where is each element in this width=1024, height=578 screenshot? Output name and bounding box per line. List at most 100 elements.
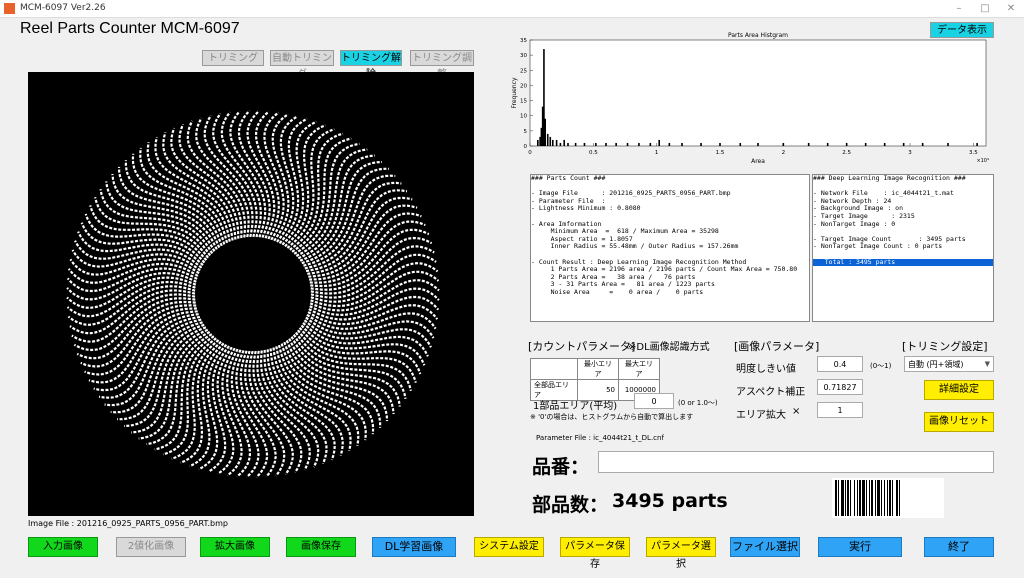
dl-training-image-button[interactable]: DL学習画像 [372,537,456,557]
zoom-input[interactable]: 1 [817,402,863,418]
brightness-input[interactable]: 0.4 [817,356,863,372]
maximize-icon[interactable]: □ [976,2,994,16]
x-tick-label: 1 [655,150,659,156]
parts-count-panel[interactable]: ### Parts Count ### - Image File : 201216… [530,174,810,322]
x-tick-label: 3.5 [969,150,978,156]
y-axis-label: Frequency [511,77,518,108]
trim-adjust-button[interactable]: トリミング調整 [410,50,474,80]
system-settings-button[interactable]: システム設定 [474,537,544,557]
reel-part-stream [69,289,196,335]
reel-part-stream [310,253,437,299]
parts-count-line: Inner Radius = 55.48mm / Outer Radius = … [531,242,739,251]
barcode-bar [884,480,885,516]
trim-mode-select[interactable]: 自動 (円+領域) ▼ [904,356,994,372]
avg-area-input[interactable]: 0 [634,393,674,409]
y-tick-label: 25 [520,68,527,74]
barcode-bars [835,480,900,516]
trim-mode-value: 自動 (円+領域) [908,360,964,369]
part-number-input[interactable] [598,451,994,473]
y-tick-label: 35 [520,38,527,44]
parts-count-line: - Lightness Minimum : 0.8080 [531,204,641,213]
count-params-header: [カウントパラメータ] [528,340,636,353]
histogram-bar [883,142,886,146]
save-image-button[interactable]: 画像保存 [286,537,356,557]
area-table-header-max: 最大エリア [618,358,660,380]
reel-image[interactable] [28,72,474,516]
trim-button[interactable]: トリミング [202,50,264,66]
save-params-button[interactable]: パラメータ保存 [560,537,630,570]
param-file-label: Parameter File : ic_4044t21_t_DL.cnf [536,434,664,442]
histogram-bar [757,142,759,146]
x-tick-label: 1.5 [716,150,725,156]
histogram-bar [902,142,905,146]
avg-area-label: 1部品エリア(平均) [533,401,618,412]
barcode-bar [877,480,880,516]
y-tick-label: 10 [520,114,527,120]
histogram-bar [719,142,721,146]
histogram-bar [544,118,546,146]
histogram-bar [549,136,552,146]
histogram-bar [567,142,569,146]
image-reset-button[interactable]: 画像リセット [924,412,994,432]
barcode-bar [866,480,867,516]
barcode-bar [869,480,870,516]
barcode-bar [899,480,900,516]
histogram-bar [595,142,597,146]
barcode-bar [841,480,844,516]
histogram-bar [574,142,577,146]
histogram-bar [626,142,629,146]
histogram-bar [658,139,660,146]
histogram-bar [700,142,702,146]
dl-recognition-panel[interactable]: ### Deep Learning Image Recognition ### -… [812,174,994,322]
barcode-bar [857,480,858,516]
dl-recognition-line[interactable]: Total : 3495 parts [813,258,993,267]
trim-release-button[interactable]: トリミング解除 [340,50,402,80]
histogram-bar [555,139,558,146]
x-tick-label: 3 [908,150,912,156]
close-icon[interactable]: ✕ [1002,2,1020,16]
count-method-label: ※DL画像認識方式 [628,342,710,353]
histogram-bar [638,142,640,146]
parts-count-line: Noise Area = 0 area / 0 parts [531,287,704,296]
barcode-bar [835,480,837,516]
barcode-image [832,478,944,518]
brightness-range: (0〜1) [870,362,892,370]
aspect-input[interactable]: 0.71827 [817,379,863,395]
barcode-bar [881,480,882,516]
part-number-label: 品番： [532,456,590,478]
histogram-chart: Parts Area Histgram 0 5 10 15 20 25 30 35 0 0.5 1 1.… [511,32,989,165]
chevron-down-icon: ▼ [984,360,990,368]
y-tick-label: 5 [524,129,528,135]
y-tick-label: 15 [520,99,527,105]
run-button[interactable]: 実行 [818,537,902,557]
y-tick-label: 0 [524,144,528,150]
barcode-bar [845,480,846,516]
select-file-button[interactable]: ファイル選択 [730,537,800,557]
image-file-label: Image File : 201216_0925_PARTS_0956_PART… [28,519,228,528]
brightness-label: 明度しきい値 [736,364,796,375]
barcode-bar [838,480,839,516]
histogram-bar [739,142,742,146]
histogram-bar [864,142,867,146]
app-icon [4,3,15,14]
exit-button[interactable]: 終了 [924,537,994,557]
auto-trim-button[interactable]: 自動トリミング [270,50,334,80]
histogram-bar [668,142,671,146]
histogram-bar [546,133,549,146]
minimize-icon[interactable]: – [950,2,968,16]
histogram-bar [807,142,810,146]
select-params-button[interactable]: パラメータ選択 [646,537,716,570]
zoom-image-button[interactable]: 拡大画像 [200,537,270,557]
image-params-header: [画像パラメータ] [734,340,820,353]
x-exponent-label: ×10⁴ [976,158,989,164]
detail-settings-button[interactable]: 詳細設定 [924,380,994,400]
histogram-axes-box [529,39,987,147]
app-title: Reel Parts Counter MCM-6097 [20,20,240,37]
x-axis-label: Area [751,158,765,165]
aspect-label: アスペクト補正 [736,387,806,398]
binary-image-button[interactable]: 2値化画像 [116,537,186,557]
input-image-button[interactable]: 入力画像 [28,537,98,557]
histogram-bar [681,142,683,146]
barcode-bar [892,480,893,516]
zoom-x: × [792,406,801,417]
